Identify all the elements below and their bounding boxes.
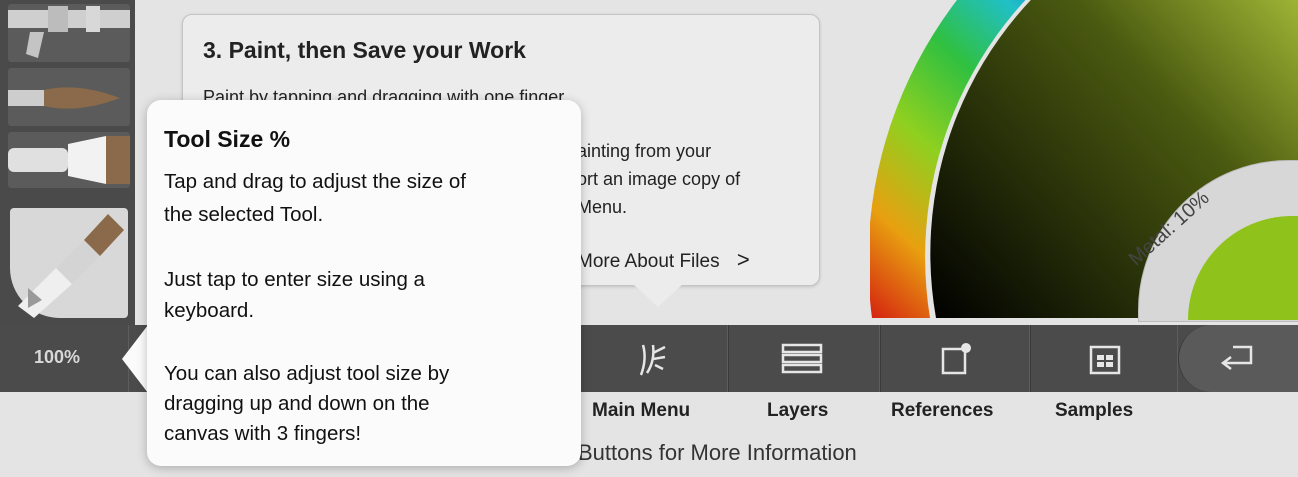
- tool-rail: [0, 0, 135, 325]
- round-brush-tool[interactable]: [8, 68, 130, 126]
- back-icon: [1220, 345, 1253, 370]
- flat-brush-tool[interactable]: [8, 132, 130, 188]
- tool-size-button[interactable]: 100%: [0, 325, 129, 392]
- samples-icon: [1089, 345, 1121, 375]
- back-button[interactable]: [1178, 325, 1298, 392]
- main-menu-label[interactable]: Main Menu: [592, 400, 690, 422]
- tooltip-title: Tool Size %: [164, 126, 291, 152]
- references-button[interactable]: [880, 325, 1030, 392]
- samples-label[interactable]: Samples: [1055, 400, 1133, 422]
- flat-brush-icon: [8, 136, 130, 184]
- tooltip-pointer: [122, 325, 148, 393]
- card-pointer: [632, 283, 684, 307]
- card-text-line: ort an image copy of: [577, 169, 741, 189]
- active-tool-preview[interactable]: [10, 208, 128, 318]
- color-picker[interactable]: Metal: 10%: [870, 0, 1298, 325]
- tooltip-text-line: keyboard.: [164, 299, 255, 322]
- more-about-files-label: More About Files: [577, 251, 720, 272]
- tool-size-value: 100%: [34, 347, 81, 367]
- layers-icon: [781, 343, 823, 374]
- tooltip-text-line: You can also adjust tool size by: [164, 362, 450, 385]
- main-menu-icon: [639, 344, 666, 376]
- references-label[interactable]: References: [891, 400, 993, 422]
- chevron-right-icon: >: [736, 247, 750, 272]
- airbrush-tool[interactable]: [8, 4, 130, 62]
- card-text-line: Menu.: [577, 197, 628, 217]
- tooltip-text-line: Tap and drag to adjust the size of: [164, 170, 467, 193]
- hint-text: Buttons for More Information: [578, 440, 857, 465]
- active-brush-icon: [18, 214, 124, 318]
- tooltip-text-line: canvas with 3 fingers!: [164, 422, 362, 445]
- airbrush-icon: [8, 6, 130, 58]
- card-title: 3. Paint, then Save your Work: [203, 37, 526, 63]
- tooltip-text-line: Just tap to enter size using a: [164, 268, 425, 291]
- card-text-line: ainting from your: [577, 141, 712, 161]
- layers-button[interactable]: [728, 325, 880, 392]
- tool-size-tooltip: Tool Size % Tap and drag to adjust the s…: [147, 100, 581, 466]
- tooltip-text-line: the selected Tool.: [164, 203, 324, 226]
- samples-button[interactable]: [1030, 325, 1178, 392]
- round-brush-icon: [8, 87, 120, 109]
- tooltip-text-line: dragging up and down on the: [164, 392, 430, 415]
- main-menu-button[interactable]: [578, 325, 728, 392]
- layers-label[interactable]: Layers: [767, 400, 828, 422]
- references-icon: [941, 343, 971, 375]
- more-about-files-link[interactable]: More About Files >: [577, 247, 750, 273]
